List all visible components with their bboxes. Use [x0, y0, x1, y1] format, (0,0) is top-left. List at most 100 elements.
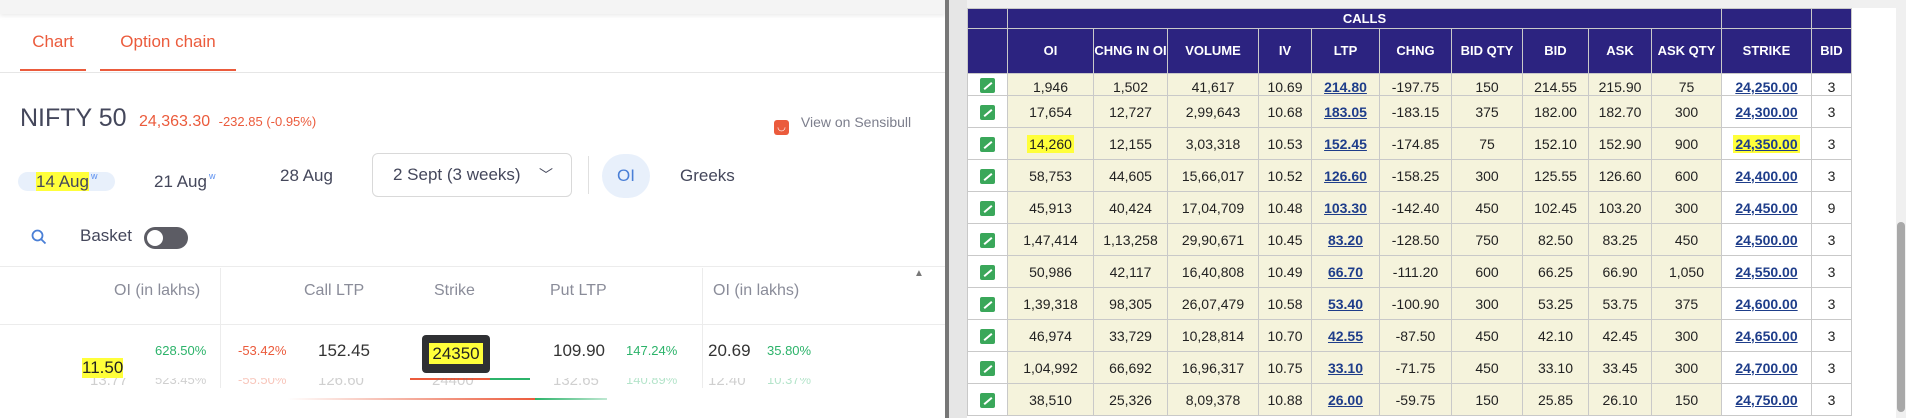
strike-link[interactable]: 24,550.00 — [1735, 264, 1797, 280]
ltp-link[interactable]: 66.70 — [1328, 264, 1363, 280]
cell-bid-qty: 450 — [1451, 319, 1523, 352]
option-chain-panel: Chart Option chain NIFTY 50 24,363.30 -2… — [0, 0, 945, 418]
search-icon[interactable] — [30, 228, 48, 246]
cell-bid-qty: 375 — [1451, 95, 1523, 128]
cell-chng: -71.75 — [1379, 351, 1452, 384]
cell-ltp: 42.55 — [1311, 319, 1380, 352]
put-ltp: 109.90 — [553, 341, 605, 360]
header-iv: IV — [1258, 28, 1312, 74]
expiry-28-aug[interactable]: 28 Aug — [280, 154, 333, 198]
cell-bid-qty: 750 — [1451, 223, 1523, 256]
ltp-link[interactable]: 214.80 — [1324, 79, 1367, 95]
cell-ltp: 183.05 — [1311, 95, 1380, 128]
strike-link[interactable]: 24,750.00 — [1735, 392, 1797, 408]
chart-icon[interactable] — [980, 328, 995, 344]
cell-ask-qty: 450 — [1651, 223, 1722, 256]
greeks-toggle[interactable]: Greeks — [680, 154, 735, 198]
expiry-21-aug-label: 21 Aug — [154, 172, 207, 191]
strike-link[interactable]: 24,450.00 — [1735, 200, 1797, 216]
cell-put-bid: 3 — [1811, 159, 1852, 192]
basket-toggle[interactable] — [144, 227, 188, 249]
strike-link[interactable]: 24,650.00 — [1735, 328, 1797, 344]
table-row: 1,39,318 98,305 26,07,479 10.58 53.40 -100.90… — [967, 287, 1852, 320]
strike-link[interactable]: 24,700.00 — [1735, 360, 1797, 376]
chart-icon[interactable] — [980, 104, 995, 120]
chart-icon[interactable] — [980, 264, 995, 280]
cell-ask: 53.75 — [1588, 287, 1652, 320]
atm-strike: 24350 — [429, 343, 483, 364]
chart-icon[interactable] — [980, 392, 995, 408]
strike-link[interactable]: 24,350.00 — [1733, 134, 1800, 153]
strike-link[interactable]: 24,250.00 — [1735, 79, 1797, 95]
strike-link[interactable]: 24,600.00 — [1735, 296, 1797, 312]
tab-chart-label: Chart — [32, 32, 74, 51]
cell-ask-qty: 900 — [1651, 127, 1722, 160]
cell-bid-qty: 150 — [1451, 383, 1523, 416]
ltp-link[interactable]: 103.30 — [1324, 200, 1367, 216]
scrollbar-thumb[interactable] — [1897, 222, 1905, 412]
cell-oi: 14,260 — [1007, 127, 1094, 160]
chart-icon[interactable] — [980, 200, 995, 216]
put-oi-change: 35.80% — [767, 343, 812, 358]
ltp-link[interactable]: 26.00 — [1328, 392, 1363, 408]
ltp-link[interactable]: 42.55 — [1328, 328, 1363, 344]
top-strip — [967, 0, 1906, 8]
oi-toggle[interactable]: OI — [602, 154, 650, 198]
index-header: NIFTY 50 24,363.30 -232.85 (-0.95%) — [20, 104, 316, 134]
expiry-21-aug[interactable]: 21 Aug w — [154, 154, 215, 198]
ltp-link[interactable]: 152.45 — [1324, 136, 1367, 152]
expiry-dropdown[interactable]: 2 Sept (3 weeks) ﹀ — [372, 153, 572, 197]
oi-highlight: 14,260 — [1027, 134, 1074, 153]
ltp-link[interactable]: 83.20 — [1328, 232, 1363, 248]
calls-header-bar: CALLS — [967, 8, 1852, 29]
cell-ltp: 103.30 — [1311, 191, 1380, 224]
cell-chng-in-oi: 66,692 — [1093, 351, 1168, 384]
cell-volume: 16,40,808 — [1167, 255, 1259, 288]
ltp-link[interactable]: 53.40 — [1328, 296, 1363, 312]
table-row: 38,510 25,326 8,09,378 10.88 26.00 -59.75 150 2… — [967, 383, 1852, 416]
chart-icon[interactable] — [980, 360, 995, 376]
index-change: -232.85 (-0.95%) — [218, 114, 317, 129]
cell-bid: 82.50 — [1522, 223, 1589, 256]
cell-chng-in-oi: 12,155 — [1093, 127, 1168, 160]
cell-put-bid: 3 — [1811, 73, 1852, 96]
header-strike: STRIKE — [1721, 28, 1812, 74]
cell-ask: 42.45 — [1588, 319, 1652, 352]
window-divider[interactable] — [945, 0, 967, 418]
chart-icon[interactable] — [980, 168, 995, 184]
chart-icon[interactable] — [980, 136, 995, 152]
cell-chng-in-oi: 40,424 — [1093, 191, 1168, 224]
sensibull-link[interactable]: ◡ View on Sensibull — [774, 114, 911, 135]
ltp-link[interactable]: 183.05 — [1324, 104, 1367, 120]
call-oi-bar — [287, 398, 535, 400]
cell-strike: 24,550.00 — [1721, 255, 1812, 288]
cell-chng: -183.15 — [1379, 95, 1452, 128]
cell-oi: 17,654 — [1007, 95, 1094, 128]
cell-put-bid: 3 — [1811, 223, 1852, 256]
cell-volume: 17,04,709 — [1167, 191, 1259, 224]
chart-icon[interactable] — [980, 232, 995, 248]
tab-chart[interactable]: Chart — [20, 30, 86, 71]
weekly-badge: w — [208, 171, 216, 181]
ltp-link[interactable]: 126.60 — [1324, 168, 1367, 184]
strike-highlight: 24,350.00 — [1733, 134, 1800, 153]
cell-ask: 152.90 — [1588, 127, 1652, 160]
expiry-14-aug-pill: 14 Aug w — [18, 171, 116, 191]
cell-ltp: 126.60 — [1311, 159, 1380, 192]
header-put-bid: BID — [1811, 28, 1852, 74]
expiry-14-aug[interactable]: 14 Aug w — [18, 154, 116, 198]
strike-link[interactable]: 24,500.00 — [1735, 232, 1797, 248]
cell-bid: 182.00 — [1522, 95, 1589, 128]
cell-volume: 3,03,318 — [1167, 127, 1259, 160]
cell-ask: 33.45 — [1588, 351, 1652, 384]
chart-icon[interactable] — [980, 77, 995, 93]
strike-link[interactable]: 24,400.00 — [1735, 168, 1797, 184]
cell-strike: 24,600.00 — [1721, 287, 1812, 320]
sort-up-icon[interactable]: ▲ — [914, 268, 924, 279]
strike-link[interactable]: 24,300.00 — [1735, 104, 1797, 120]
tab-option-chain[interactable]: Option chain — [100, 30, 236, 71]
cell-ask: 66.90 — [1588, 255, 1652, 288]
ltp-link[interactable]: 33.10 — [1328, 360, 1363, 376]
chart-icon[interactable] — [980, 296, 995, 312]
weekly-badge: w — [90, 171, 98, 181]
